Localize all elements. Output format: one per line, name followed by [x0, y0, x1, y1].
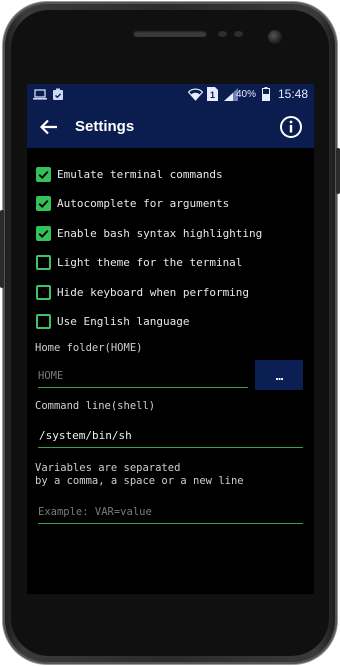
status-time: 15:48 [277, 87, 308, 101]
option-english-language[interactable]: Use English language [36, 311, 189, 331]
clipboard-icon [52, 88, 64, 104]
shell-input[interactable]: /system/bin/sh [38, 426, 303, 448]
option-label: Light theme for the terminal [57, 255, 243, 269]
battery-icon [262, 87, 270, 104]
checkbox-unchecked[interactable] [36, 313, 51, 329]
option-autocomplete[interactable]: Autocomplete for arguments [36, 193, 229, 213]
checkmark-icon [38, 170, 49, 179]
option-bash-highlighting[interactable]: Enable bash syntax highlighting [36, 223, 262, 243]
checkmark-icon [38, 229, 49, 238]
checkbox-checked[interactable] [36, 225, 51, 241]
option-label: Autocomplete for arguments [57, 196, 230, 210]
screen: 1 40% 15:48 Settings Emulate terminal co… [27, 84, 314, 594]
earpiece-speaker [133, 30, 207, 37]
status-bar: 1 40% 15:48 [27, 84, 314, 106]
checkbox-checked[interactable] [36, 166, 51, 182]
checkbox-unchecked[interactable] [36, 284, 51, 300]
option-label: Use English language [57, 314, 190, 328]
browse-home-button[interactable]: ... [255, 360, 303, 390]
home-folder-placeholder: HOME [38, 370, 64, 382]
sim-icon: 1 [207, 87, 218, 104]
info-button[interactable] [279, 115, 303, 139]
option-label: Emulate terminal commands [57, 167, 223, 181]
variables-hint: Variables are separated by a comma, a sp… [35, 462, 244, 487]
front-camera [268, 30, 282, 44]
page-title: Settings [75, 118, 135, 135]
option-hide-keyboard[interactable]: Hide keyboard when performing [36, 282, 249, 302]
info-icon [279, 116, 303, 143]
back-button[interactable] [37, 115, 61, 139]
shell-value: /system/bin/sh [39, 429, 132, 442]
light-sensor [234, 31, 243, 37]
checkmark-icon [38, 199, 49, 208]
proximity-sensor [218, 31, 227, 37]
variables-input[interactable]: Example: VAR=value [38, 502, 303, 524]
power-button [336, 148, 340, 194]
home-folder-input[interactable]: HOME [38, 366, 248, 388]
sim-badge: 1 [210, 90, 215, 100]
checkbox-unchecked[interactable] [36, 254, 51, 270]
volume-button [0, 210, 4, 288]
home-folder-label: Home folder(HOME) [35, 342, 143, 354]
laptop-icon [33, 89, 47, 103]
arrow-left-icon [37, 119, 61, 143]
battery-percent: 40% [235, 89, 256, 100]
app-bar: Settings [27, 106, 314, 148]
checkbox-checked[interactable] [36, 195, 51, 211]
option-label: Enable bash syntax highlighting [57, 226, 263, 240]
variables-placeholder: Example: VAR=value [38, 506, 152, 518]
shell-label: Command line(shell) [35, 400, 156, 412]
settings-content: Emulate terminal commands Autocomplete f… [27, 148, 314, 594]
option-light-theme[interactable]: Light theme for the terminal [36, 252, 242, 272]
option-emulate-terminal[interactable]: Emulate terminal commands [36, 164, 223, 184]
wifi-icon [187, 88, 204, 104]
option-label: Hide keyboard when performing [57, 285, 250, 299]
